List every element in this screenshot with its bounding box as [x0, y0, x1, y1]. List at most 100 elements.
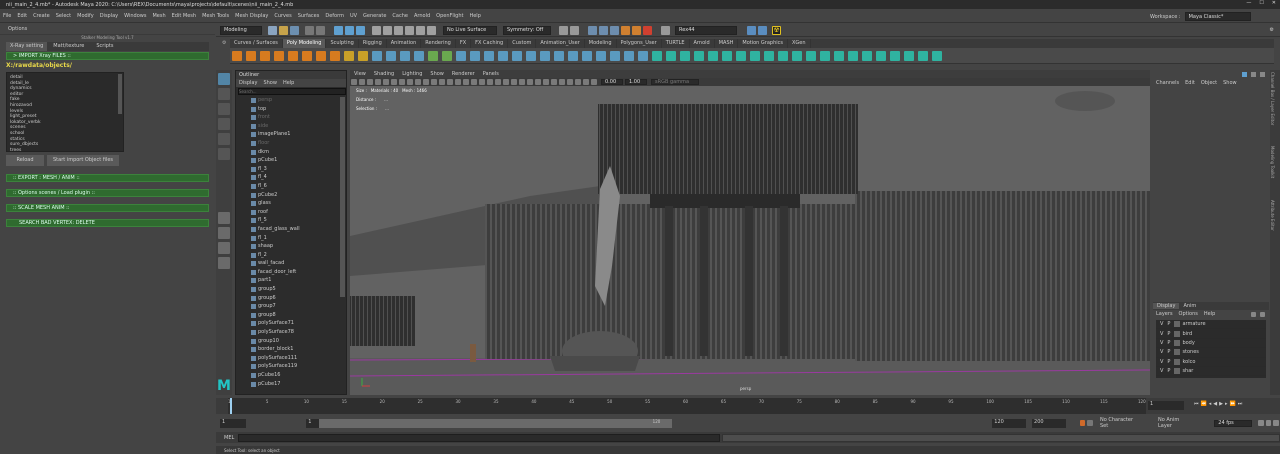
field-chart-icon[interactable]	[431, 79, 437, 85]
gate-mask-icon[interactable]	[423, 79, 429, 85]
lock-camera-icon[interactable]	[359, 79, 365, 85]
script-language-label[interactable]: MEL	[224, 435, 238, 441]
object-folder-list[interactable]: detail detail_le dynamics editor fake hirozav…	[6, 72, 124, 152]
layer-row-shar[interactable]: V Pshar	[1156, 366, 1266, 376]
outliner-menu-help[interactable]: Help	[283, 80, 294, 86]
shelf-menu-icon[interactable]: ⚙	[222, 40, 226, 46]
outliner-item-facad_door_left[interactable]: facad_door_left	[236, 268, 346, 277]
uv-editor-icon[interactable]	[624, 50, 634, 61]
outliner-item-fl_4[interactable]: fl_4	[236, 173, 346, 182]
layer-color-swatch[interactable]	[1174, 339, 1181, 346]
new-layer-icon[interactable]	[1251, 311, 1256, 317]
render-settings-icon[interactable]	[610, 25, 619, 35]
export-mesh-anim-section[interactable]: :: EXPORT : MESH / ANIM ::	[6, 174, 209, 182]
side-by-side-layout-icon[interactable]	[218, 242, 230, 254]
playback-end-field[interactable]: 120	[992, 418, 1027, 428]
poly-plane-icon[interactable]	[302, 50, 312, 61]
bridge-icon[interactable]	[470, 50, 480, 61]
shadows-icon[interactable]	[503, 79, 509, 85]
viewport-menu-panels[interactable]: Panels	[483, 71, 499, 77]
snap-icon[interactable]	[932, 50, 942, 61]
outliner-menu-display[interactable]: Display	[239, 80, 257, 86]
align-icon[interactable]	[806, 50, 816, 61]
shelf-tab-rendering[interactable]: Rendering	[421, 39, 456, 48]
outliner-item-imageplane1[interactable]: imagePlane1	[236, 130, 346, 139]
menu-file[interactable]: File	[3, 13, 11, 19]
loop-playback-icon[interactable]	[1258, 420, 1264, 426]
poly-text-icon[interactable]	[358, 50, 368, 61]
render-frame-icon[interactable]	[588, 25, 597, 35]
hud-icon[interactable]	[583, 79, 589, 85]
outliner-item-dkm[interactable]: dkm	[236, 148, 346, 157]
auto-key-icon[interactable]	[1079, 420, 1086, 426]
persp-viewport[interactable]: View Shading Lighting Show Renderer Panels 0.…	[350, 70, 1150, 395]
maya-learning-icon[interactable]	[758, 25, 767, 35]
range-bar[interactable]: 120	[319, 418, 673, 428]
outliner-item-pcube17[interactable]: pCube17	[236, 380, 346, 389]
fps-dropdown[interactable]: 24 fps	[1214, 419, 1253, 427]
outliner-tree[interactable]: persp top front side imagePlane1 floor dkm pCub…	[236, 96, 346, 392]
redo-icon[interactable]	[316, 25, 325, 35]
layer-color-swatch[interactable]	[1174, 358, 1181, 365]
snap-curve-icon[interactable]	[383, 25, 392, 35]
shelf-tab-curves-surfaces[interactable]: Curves / Surfaces	[230, 39, 283, 48]
layer-row-body[interactable]: V Pbody	[1156, 338, 1266, 348]
extrude-icon[interactable]	[442, 50, 452, 61]
command-input[interactable]	[237, 433, 720, 442]
snap-surface-icon[interactable]	[416, 25, 425, 35]
insert-edge-icon[interactable]	[540, 50, 550, 61]
outliner-item-floor[interactable]: floor	[236, 139, 346, 148]
outliner-item-fl_6[interactable]: fl_6	[236, 182, 346, 191]
menu-display[interactable]: Display	[100, 13, 118, 19]
outliner-item-shaap[interactable]: shaap	[236, 242, 346, 251]
layer-visibility-toggle[interactable]: V	[1160, 359, 1163, 365]
construction-history-icon[interactable]	[570, 25, 579, 35]
channel-box-icon[interactable]	[1242, 72, 1247, 77]
menu-edit-mesh[interactable]: Edit Mesh	[172, 13, 196, 19]
go-to-end-icon[interactable]: ⏭	[1238, 401, 1243, 407]
options-scenes-section[interactable]: :: Options scenes / Load plugin ::	[6, 189, 209, 197]
smooth-icon[interactable]	[400, 50, 410, 61]
textured-icon[interactable]	[487, 79, 493, 85]
move-icon[interactable]	[848, 50, 858, 61]
start-import-button[interactable]: Start import Object files	[47, 155, 119, 166]
x-ray-joints-icon[interactable]	[559, 79, 565, 85]
time-slider[interactable]: 1510152025303540455055606570758085909510…	[216, 398, 1280, 414]
side-tab-attribute-editor[interactable]: Attribute Editor	[1270, 200, 1275, 250]
screen-space-ao-icon[interactable]	[511, 79, 517, 85]
layer-row-bazis[interactable]: VPbazis	[1156, 376, 1266, 378]
single-pane-layout-icon[interactable]	[218, 212, 230, 224]
layer-playback-toggle[interactable]: P	[1167, 331, 1170, 337]
new-layer-selected-icon[interactable]	[1260, 311, 1265, 317]
normalize-icon[interactable]	[764, 50, 774, 61]
multisample-aa-icon[interactable]	[527, 79, 533, 85]
sign-in-icon[interactable]	[661, 25, 670, 35]
save-scene-icon[interactable]	[290, 25, 299, 35]
layer-playback-toggle[interactable]: P	[1167, 349, 1170, 355]
use-all-lights-icon[interactable]	[495, 79, 501, 85]
lasso-tool-icon[interactable]	[218, 88, 230, 100]
arnold-render-icon[interactable]	[643, 25, 652, 35]
cut-faces-icon[interactable]	[596, 50, 606, 61]
step-back-frame-icon[interactable]: ◂	[1209, 401, 1212, 407]
x-ray-components-icon[interactable]	[567, 79, 573, 85]
paint-select-icon[interactable]	[218, 103, 230, 115]
workspace-selector[interactable]: Workspace : Maya Classic*	[1150, 12, 1251, 21]
key-settings-icon[interactable]	[1087, 420, 1093, 426]
reload-button[interactable]: Reload	[6, 155, 44, 166]
outliner-item-polysurface119[interactable]: polySurface119	[236, 362, 346, 371]
bevel-icon[interactable]	[456, 50, 466, 61]
layer-playback-toggle[interactable]: P	[1167, 368, 1170, 374]
menu-mesh-tools[interactable]: Mesh Tools	[202, 13, 229, 19]
search-bad-vertex-button[interactable]: SEARCH BAD VERTEX: DELETE	[6, 219, 209, 227]
layer-color-swatch[interactable]	[1174, 330, 1181, 337]
workspace-dropdown[interactable]: Maya Classic*	[1184, 12, 1251, 21]
outliner-item-glass[interactable]: glass	[236, 199, 346, 208]
attribute-icon[interactable]	[1251, 72, 1256, 77]
orient-icon[interactable]	[778, 50, 788, 61]
2d-pan-zoom-icon[interactable]	[383, 79, 389, 85]
isolate-select-icon[interactable]	[543, 79, 549, 85]
side-tab-channel-box[interactable]: Channel Box / Layer Editor	[1270, 72, 1275, 142]
tab-xray-setting[interactable]: X-Ray setting	[6, 42, 48, 51]
merge-icon[interactable]	[512, 50, 522, 61]
